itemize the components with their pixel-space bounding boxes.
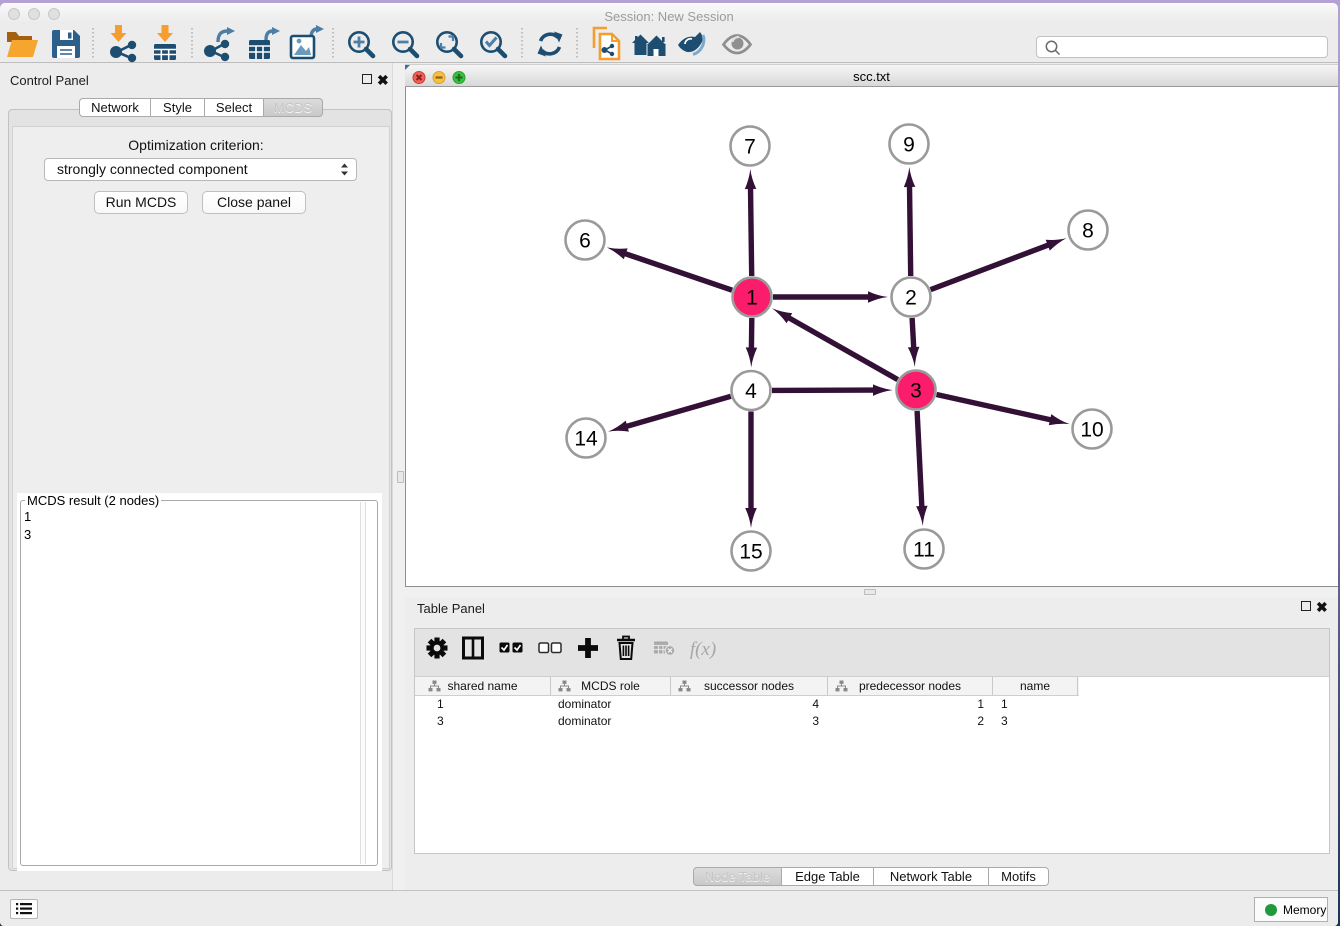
svg-text:11: 11 [913, 539, 935, 562]
svg-text:f(x): f(x) [690, 639, 716, 660]
svg-text:7: 7 [744, 136, 756, 159]
svg-text:14: 14 [574, 428, 598, 451]
svg-text:2: 2 [905, 287, 917, 310]
svg-text:9: 9 [903, 134, 915, 157]
svg-text:1: 1 [746, 287, 758, 310]
svg-text:10: 10 [1080, 419, 1103, 442]
svg-text:8: 8 [1082, 220, 1094, 243]
svg-text:3: 3 [910, 380, 922, 403]
svg-text:15: 15 [739, 541, 762, 564]
svg-text:6: 6 [579, 230, 591, 253]
svg-text:4: 4 [745, 380, 757, 403]
